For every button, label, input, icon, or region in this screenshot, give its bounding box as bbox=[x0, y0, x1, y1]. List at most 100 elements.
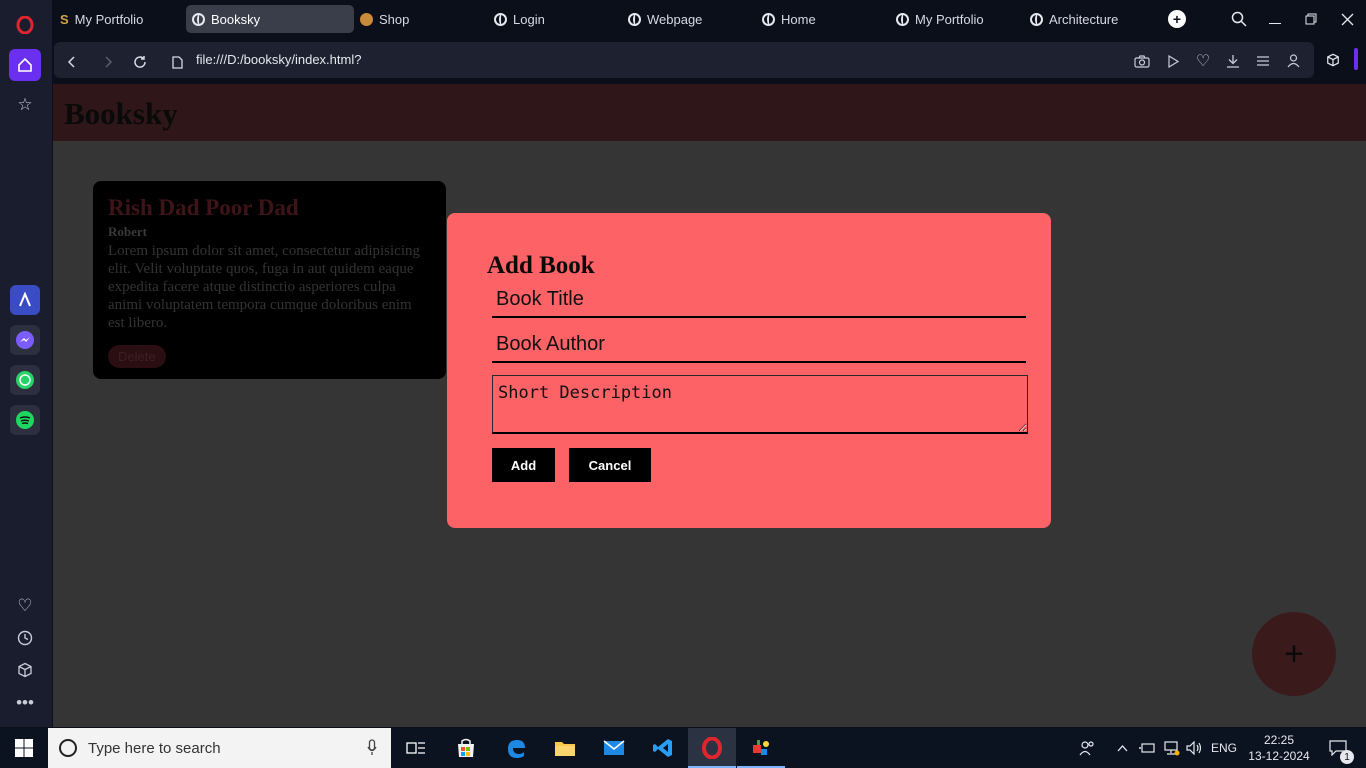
tab-webpage[interactable]: Webpage bbox=[622, 5, 752, 33]
back-button[interactable] bbox=[61, 51, 83, 73]
restore-button[interactable] bbox=[1298, 6, 1324, 32]
add-book-modal: Add Book Add Cancel bbox=[447, 213, 1051, 528]
whatsapp-icon[interactable] bbox=[10, 365, 40, 395]
aria-app-icon[interactable] bbox=[10, 285, 40, 315]
battery-icon[interactable] bbox=[1137, 728, 1157, 768]
minimize-icon bbox=[1269, 22, 1281, 24]
profile-icon[interactable] bbox=[1284, 52, 1302, 70]
close-window-button[interactable] bbox=[1334, 6, 1360, 32]
minimize-button[interactable] bbox=[1262, 6, 1288, 32]
cube-icon[interactable] bbox=[9, 654, 41, 686]
search-icon bbox=[1231, 11, 1247, 27]
notification-center-button[interactable]: 1 bbox=[1318, 728, 1358, 768]
tab-label: My Portfolio bbox=[74, 11, 144, 27]
play-icon[interactable] bbox=[1164, 52, 1182, 70]
tab-login[interactable]: Login bbox=[488, 5, 618, 33]
sidebar-accent-indicator bbox=[1354, 48, 1358, 70]
tab-home[interactable]: Home bbox=[756, 5, 886, 33]
home-icon[interactable] bbox=[9, 49, 41, 81]
star-icon[interactable]: ☆ bbox=[9, 89, 41, 121]
shop-logo-icon bbox=[360, 12, 373, 26]
task-view-icon[interactable] bbox=[392, 728, 440, 768]
book-title-input[interactable] bbox=[492, 283, 1026, 318]
add-button[interactable]: Add bbox=[492, 448, 555, 482]
network-icon[interactable] bbox=[1160, 728, 1182, 768]
chevron-up-icon[interactable] bbox=[1112, 728, 1132, 768]
clock-time: 22:25 bbox=[1263, 733, 1295, 747]
heart-icon[interactable]: ♡ bbox=[1194, 52, 1212, 70]
tab-my-portfolio[interactable]: S My Portfolio bbox=[54, 5, 182, 33]
heart-icon[interactable]: ♡ bbox=[9, 590, 41, 622]
plus-icon: + bbox=[1168, 10, 1186, 28]
globe-icon bbox=[628, 12, 641, 26]
new-tab-button[interactable]: + bbox=[1164, 6, 1190, 32]
browser-sidebar: ☆ ♡ ••• bbox=[0, 0, 52, 727]
file-icon bbox=[166, 51, 188, 73]
tab-label: Shop bbox=[379, 11, 410, 27]
vscode-icon[interactable] bbox=[639, 728, 687, 768]
chevron-left-icon bbox=[67, 56, 75, 68]
tab-label: My Portfolio bbox=[915, 11, 984, 27]
more-icon[interactable]: ••• bbox=[9, 687, 41, 719]
tab-booksky[interactable]: Booksky bbox=[186, 5, 354, 33]
url-field[interactable]: file:///D:/booksky/index.html? bbox=[196, 52, 361, 67]
settings-sliders-icon[interactable] bbox=[1254, 52, 1272, 70]
search-icon bbox=[59, 739, 77, 757]
notification-count-badge: 1 bbox=[1340, 750, 1354, 764]
cancel-button[interactable]: Cancel bbox=[569, 448, 651, 482]
download-icon[interactable] bbox=[1224, 52, 1242, 70]
opera-taskbar-icon[interactable] bbox=[688, 728, 736, 768]
globe-icon bbox=[896, 12, 909, 26]
file-explorer-icon[interactable] bbox=[541, 728, 589, 768]
edge-browser-icon[interactable] bbox=[492, 728, 540, 768]
tab-label: Login bbox=[513, 11, 545, 27]
address-bar: file:///D:/booksky/index.html? ♡ bbox=[54, 42, 1314, 78]
opera-logo-icon[interactable] bbox=[9, 9, 41, 41]
plus-icon: + bbox=[1284, 634, 1304, 673]
tab-label: Webpage bbox=[647, 11, 703, 27]
portfolio-logo-icon: S bbox=[60, 11, 69, 27]
taskbar-search[interactable]: Type here to search bbox=[48, 728, 391, 768]
site-title: Booksky bbox=[64, 96, 178, 131]
reload-button[interactable] bbox=[129, 51, 151, 73]
volume-icon[interactable] bbox=[1184, 728, 1206, 768]
tab-label: Booksky bbox=[211, 11, 261, 27]
short-description-textarea[interactable] bbox=[492, 375, 1028, 434]
add-book-fab[interactable]: + bbox=[1252, 612, 1336, 696]
search-tabs-button[interactable] bbox=[1226, 6, 1252, 32]
windows-taskbar: Type here to search ENG 22:25 13-12-2024… bbox=[0, 728, 1366, 768]
book-author-input[interactable] bbox=[492, 328, 1026, 363]
messenger-icon[interactable] bbox=[10, 325, 40, 355]
spotify-icon[interactable] bbox=[10, 405, 40, 435]
close-icon bbox=[1341, 13, 1353, 25]
start-button[interactable] bbox=[0, 728, 48, 768]
extensions-cube-icon[interactable] bbox=[1324, 51, 1342, 69]
microsoft-store-icon[interactable] bbox=[442, 728, 490, 768]
tab-shop[interactable]: Shop bbox=[354, 5, 484, 33]
chevron-right-icon bbox=[105, 56, 113, 68]
clock[interactable]: 22:25 13-12-2024 bbox=[1244, 728, 1314, 768]
tab-architecture[interactable]: Architecture bbox=[1024, 5, 1154, 33]
tab-label: Architecture bbox=[1049, 11, 1119, 27]
globe-icon bbox=[192, 12, 205, 26]
globe-icon bbox=[762, 12, 775, 26]
tab-strip: S My Portfolio Booksky Shop Login Webpag… bbox=[52, 0, 1366, 38]
people-icon[interactable] bbox=[1075, 728, 1099, 768]
camera-icon[interactable] bbox=[1133, 52, 1151, 70]
clock-date: 13-12-2024 bbox=[1248, 749, 1310, 763]
microphone-icon[interactable] bbox=[367, 739, 377, 761]
book-title: Rish Dad Poor Dad bbox=[108, 195, 299, 220]
language-indicator[interactable]: ENG bbox=[1208, 728, 1240, 768]
mail-icon[interactable] bbox=[590, 728, 638, 768]
forward-button[interactable] bbox=[97, 51, 119, 73]
delete-button[interactable]: Delete bbox=[108, 345, 166, 368]
site-header: Booksky bbox=[53, 84, 1366, 141]
windows-logo-icon bbox=[15, 739, 33, 757]
tab-my-portfolio-2[interactable]: My Portfolio bbox=[890, 5, 1020, 33]
history-icon[interactable] bbox=[9, 622, 41, 654]
tab-label: Home bbox=[781, 11, 816, 27]
paint-app-icon[interactable] bbox=[737, 728, 785, 768]
address-bar-row: file:///D:/booksky/index.html? ♡ bbox=[52, 38, 1366, 82]
book-card: Rish Dad Poor Dad Robert Lorem ipsum dol… bbox=[93, 181, 446, 379]
book-description: Lorem ipsum dolor sit amet, consectetur … bbox=[108, 243, 421, 331]
